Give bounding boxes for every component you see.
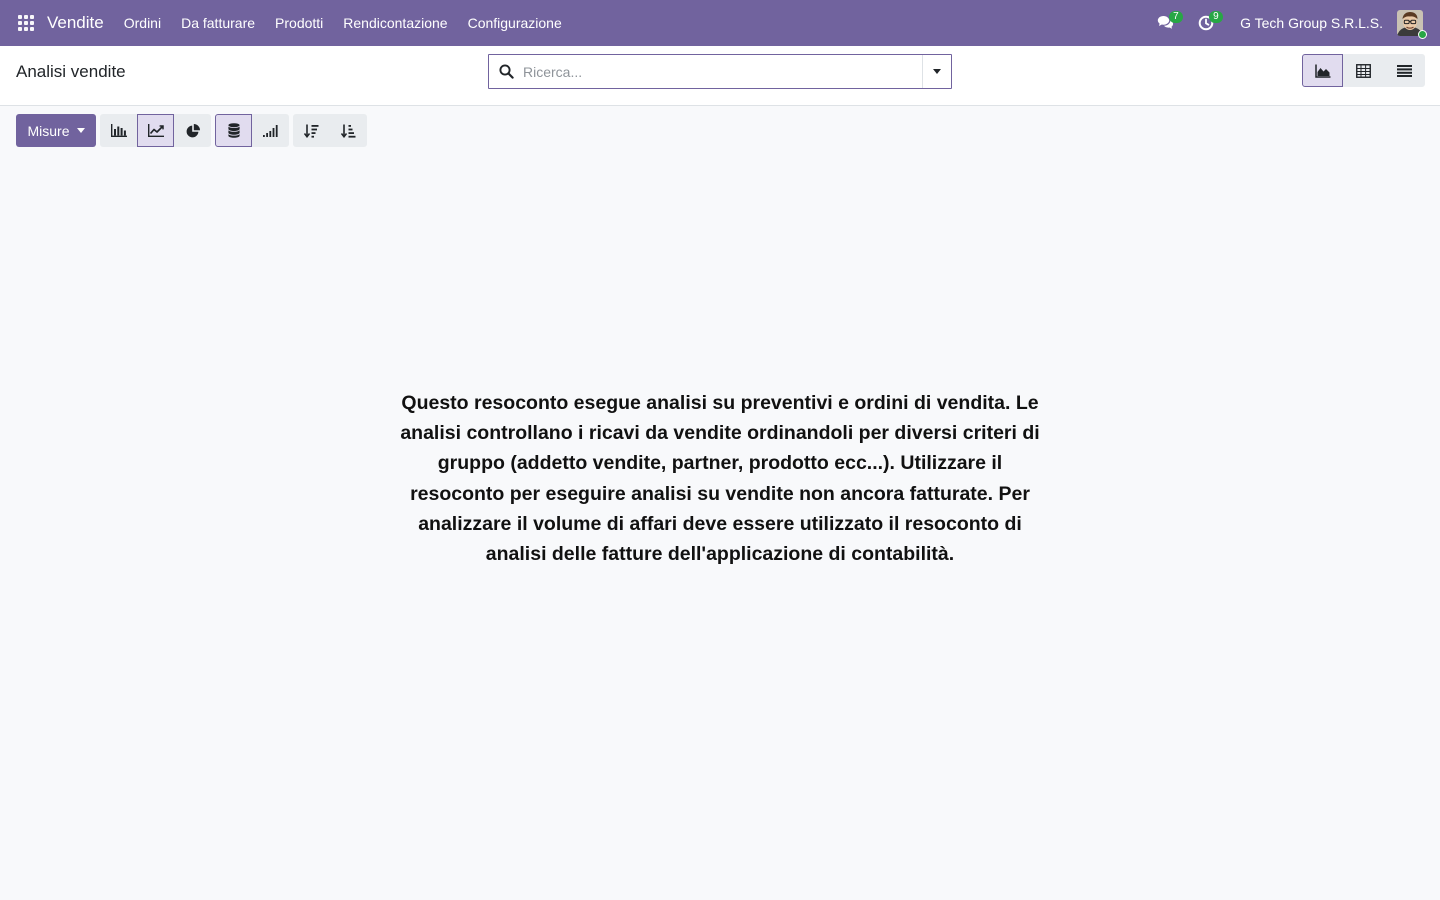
bar-chart-button[interactable] bbox=[100, 114, 137, 147]
sort-ascending-button[interactable] bbox=[330, 114, 367, 147]
systray: 7 9 G Tech Group S.R.L.S. bbox=[1146, 0, 1440, 46]
chart-type-group bbox=[100, 114, 211, 147]
search-icon bbox=[489, 55, 523, 88]
company-switcher[interactable]: G Tech Group S.R.L.S. bbox=[1226, 15, 1397, 31]
stacked-toggle-button[interactable] bbox=[215, 114, 252, 147]
messages-count-badge: 7 bbox=[1169, 11, 1183, 23]
app-name[interactable]: Vendite bbox=[47, 13, 104, 33]
messaging-menu-button[interactable]: 7 bbox=[1146, 0, 1186, 46]
sort-ascending-icon bbox=[341, 124, 356, 138]
menu-rendicontazione[interactable]: Rendicontazione bbox=[333, 0, 457, 46]
search-bar bbox=[488, 54, 952, 89]
menu-prodotti[interactable]: Prodotti bbox=[265, 0, 333, 46]
pivot-view-button[interactable] bbox=[1343, 54, 1384, 87]
graph-toolbar: Misure bbox=[16, 114, 367, 147]
menu-da-fatturare[interactable]: Da fatturare bbox=[171, 0, 265, 46]
menu-ordini[interactable]: Ordini bbox=[114, 0, 171, 46]
graph-view-button[interactable] bbox=[1302, 54, 1343, 87]
main-navbar: Vendite Ordini Da fatturare Prodotti Ren… bbox=[0, 0, 1440, 46]
chevron-down-icon bbox=[933, 69, 941, 74]
list-icon bbox=[1397, 64, 1412, 77]
measures-label: Misure bbox=[27, 122, 70, 139]
sort-descending-button[interactable] bbox=[293, 114, 330, 147]
database-stack-icon bbox=[227, 123, 240, 138]
area-chart-icon bbox=[1314, 64, 1330, 78]
activities-count-badge: 9 bbox=[1209, 11, 1223, 23]
user-avatar[interactable] bbox=[1397, 10, 1427, 39]
view-switcher bbox=[1302, 54, 1425, 87]
measures-dropdown-button[interactable]: Misure bbox=[16, 114, 96, 147]
page-title: Analisi vendite bbox=[16, 62, 126, 81]
line-chart-button[interactable] bbox=[137, 114, 174, 147]
no-content-help-message: Questo resoconto esegue analisi su preve… bbox=[400, 392, 1040, 566]
pie-chart-button[interactable] bbox=[174, 114, 211, 147]
control-panel: Analisi vendite bbox=[0, 46, 1440, 106]
table-grid-icon bbox=[1356, 63, 1371, 78]
pie-chart-icon bbox=[186, 123, 200, 137]
sort-descending-icon bbox=[304, 124, 319, 138]
search-options-toggle[interactable] bbox=[922, 55, 951, 88]
line-chart-icon bbox=[147, 124, 164, 137]
stack-options-group bbox=[215, 114, 289, 147]
search-input[interactable] bbox=[523, 55, 922, 88]
bar-chart-icon bbox=[110, 124, 127, 137]
apps-menu-button[interactable] bbox=[8, 0, 44, 46]
cumulative-toggle-button[interactable] bbox=[252, 114, 289, 147]
list-view-button[interactable] bbox=[1384, 54, 1425, 87]
caret-down-icon bbox=[76, 128, 85, 133]
sort-group bbox=[293, 114, 367, 147]
signal-bars-icon bbox=[263, 124, 278, 137]
presence-indicator bbox=[1418, 30, 1427, 39]
menu-configurazione[interactable]: Configurazione bbox=[458, 0, 572, 46]
activity-menu-button[interactable]: 9 bbox=[1186, 0, 1226, 46]
apps-grid-icon bbox=[18, 15, 34, 31]
